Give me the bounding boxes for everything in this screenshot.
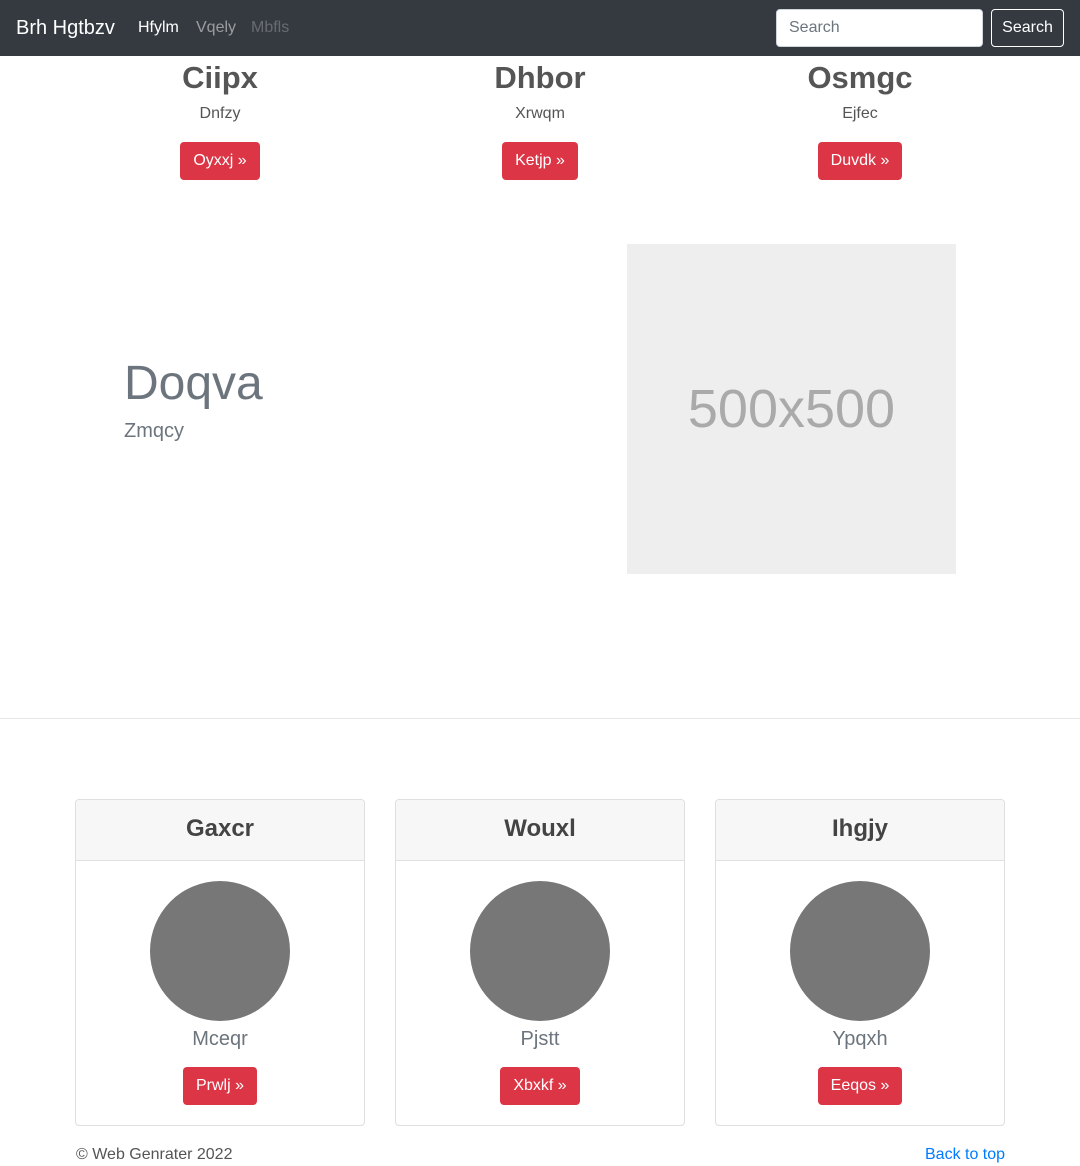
placeholder-label: 500x500 <box>687 379 896 439</box>
column-heading: Ciipx <box>182 60 258 95</box>
card-gaxcr: Gaxcr Mceqr Prwlj » <box>75 799 365 1126</box>
nav-link-hfylm[interactable]: Hfylm <box>138 18 179 38</box>
card-name: Mceqr <box>192 1028 248 1050</box>
column-heading: Osmgc <box>807 60 913 95</box>
card-wouxl: Wouxl Pjstt Xbxkf » <box>395 799 685 1126</box>
card-button[interactable]: Xbxkf » <box>500 1067 580 1105</box>
column-text: Xrwqm <box>515 105 565 122</box>
column-button[interactable]: Ketjp » <box>502 142 578 180</box>
card-header: Wouxl <box>396 800 684 861</box>
card-button[interactable]: Prwlj » <box>182 1067 257 1105</box>
column-button[interactable]: Oyxxj » <box>180 142 260 180</box>
column-heading: Dhbor <box>494 60 586 95</box>
column-text: Ejfec <box>842 105 878 122</box>
nav-link-mbfls: Mbfls <box>251 19 290 36</box>
brand-link[interactable]: Brh Hgtbzv <box>16 16 115 40</box>
card-button[interactable]: Eeqos » <box>817 1067 903 1105</box>
avatar <box>470 881 610 1021</box>
nav-link-vqely[interactable]: Vqely <box>196 18 236 38</box>
card-name: Pjstt <box>520 1028 560 1050</box>
card-header: Ihgjy <box>716 800 1004 861</box>
column-button[interactable]: Duvdk » <box>817 142 903 180</box>
feature-subheading: Zmqcy <box>124 420 184 442</box>
avatar <box>790 881 930 1021</box>
search-button[interactable]: Search <box>991 9 1064 47</box>
search-input[interactable] <box>776 9 983 47</box>
feature-heading: Doqva <box>124 357 263 410</box>
card-header: Gaxcr <box>76 800 364 861</box>
back-to-top-link[interactable]: Back to top <box>925 1145 1005 1165</box>
section-divider <box>0 718 1080 719</box>
feature-image-placeholder: 500x500 <box>627 244 956 574</box>
card-name: Ypqxh <box>832 1028 888 1050</box>
navbar: Brh Hgtbzv Hfylm Vqely Mbfls Search <box>0 0 1080 56</box>
column-text: Dnfzy <box>199 105 241 122</box>
card-ihgjy: Ihgjy Ypqxh Eeqos » <box>715 799 1005 1126</box>
avatar <box>150 881 290 1021</box>
footer-copyright: © Web Genrater 2022 <box>76 1146 233 1163</box>
